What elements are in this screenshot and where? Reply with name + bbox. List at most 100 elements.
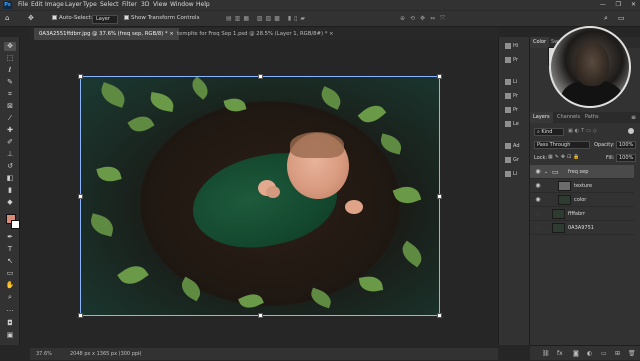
opacity-input[interactable]: 100% [616,141,636,149]
paths-panel-button[interactable]: Pr [505,103,525,117]
home-icon[interactable]: ⌂ [5,11,9,26]
blend-mode-dropdown[interactable]: Pass Through [534,141,590,149]
restore-icon[interactable]: ❐ [616,1,621,8]
stamp-tool-icon[interactable]: ⊥ [4,150,16,159]
eraser-tool-icon[interactable]: ◧ [4,174,16,183]
menu-filter[interactable]: Filter [122,0,137,10]
quick-select-tool-icon[interactable]: ✎ [4,78,16,87]
search-icon[interactable]: ⌕ [604,11,608,26]
adjustment-layer-icon[interactable]: ◐ [587,346,592,361]
lasso-tool-icon[interactable]: ℓ [4,66,16,75]
layer-row-freq-sep[interactable]: ◉ ⌄ ▭ freq sep [530,165,634,179]
align-icons[interactable]: ▤▥▦ ▧▨▩ ▮▯▰ [226,11,308,26]
screen-mode-icon[interactable]: ▣ [4,331,16,340]
layer-row-texture[interactable]: ◉ texture [530,179,634,193]
menu-layer[interactable]: Layer [65,0,82,10]
more-tools-icon[interactable]: … [4,305,16,314]
zoom-tool-icon[interactable]: ⌕ [4,293,16,302]
menu-type[interactable]: Type [83,0,97,10]
zoom-level[interactable]: 37.6% [36,348,52,360]
document-image[interactable] [80,76,440,316]
history-brush-icon[interactable]: ↺ [4,162,16,171]
menu-image[interactable]: Image [45,0,64,10]
blur-tool-icon[interactable]: ◆ [4,198,16,207]
eye-hidden-icon[interactable]: ○ [534,210,542,218]
webcam-overlay [549,26,631,108]
fx-icon[interactable]: fx [557,346,563,361]
filter-icons[interactable]: ▣◐T▭◇ [568,128,599,134]
baby-hand [345,200,363,214]
path-select-icon[interactable]: ↖ [4,257,16,266]
layer-comps-button[interactable]: Le [505,117,525,131]
eyedropper-tool-icon[interactable]: ⁄ [4,114,16,123]
eye-icon[interactable]: ◉ [534,196,542,204]
fill-input[interactable]: 100% [616,154,636,162]
leaf [96,163,122,185]
brush-tool-icon[interactable]: ✐ [4,138,16,147]
frame-tool-icon[interactable]: ⊠ [4,102,16,111]
3d-mode-icons[interactable]: ⊕⟲✥⇔⤧ [400,11,450,26]
menu-file[interactable]: File [18,0,28,10]
adjustments-panel-button[interactable]: Ad [505,139,525,153]
menu-window[interactable]: Window [170,0,194,10]
marquee-tool-icon[interactable]: ⬚ [4,54,16,63]
libraries2-panel-button[interactable]: Li [505,167,525,181]
tab-layers[interactable]: Layers [530,112,553,123]
pen-tool-icon[interactable]: ✒ [4,233,16,242]
leaf [397,240,427,268]
panel-menu-icon[interactable]: ≡ [631,112,636,123]
tab-color[interactable]: Color [530,37,550,48]
link-layers-icon[interactable]: ⛓ [542,346,550,361]
close-icon[interactable]: × [329,31,333,37]
filter-toggle-icon[interactable] [628,128,634,134]
gradient-tool-icon[interactable]: ▮ [4,186,16,195]
properties-panel-button[interactable]: Pr [505,53,525,67]
eye-hidden-icon[interactable]: ○ [534,224,542,232]
move-tool-icon[interactable]: ✥ [28,11,34,26]
type-tool-icon[interactable]: T [4,245,16,254]
filter-kind-dropdown[interactable]: ⌕ Kind [534,128,564,136]
libraries-panel-button[interactable]: Li [505,75,525,89]
eye-icon[interactable]: ◉ [534,182,542,190]
tab-channels[interactable]: Channels [554,112,583,123]
menu-edit[interactable]: Edit [31,0,43,10]
leaf [358,274,384,294]
new-group-icon[interactable]: ▭ [601,346,607,361]
tab-document-1[interactable]: 0A3A2551ffdbrr.jpg @ 37.6% (freq sep, RG… [34,28,179,40]
paragraph-panel-button[interactable]: Pr [505,89,525,103]
minimize-icon[interactable]: — [600,1,606,8]
chevron-right-icon[interactable]: › [138,348,140,360]
background-color-swatch[interactable] [11,220,20,229]
layer-row-ffffabrr[interactable]: ○ ffffabrr [530,207,634,221]
layer-row-color[interactable]: ◉ color [530,193,634,207]
auto-select-checkbox[interactable]: Auto-Select: [52,11,93,26]
tab-document-2[interactable]: templte for Freq Sep 1.psd @ 28.5% (Laye… [172,28,339,40]
add-mask-icon[interactable]: ◙ [573,346,579,361]
gradients-panel-button[interactable]: Gr [505,153,525,167]
shape-tool-icon[interactable]: ▭ [4,269,16,278]
menu-view[interactable]: View [153,0,167,10]
trash-icon[interactable]: 🗑 [628,346,636,361]
menu-3d[interactable]: 3D [141,0,149,10]
history-panel-button[interactable]: Hi [505,39,525,53]
layer-name: texture [574,183,593,189]
chevron-down-icon[interactable]: ⌄ [544,165,548,179]
move-tool-icon[interactable]: ✥ [4,42,16,51]
eye-icon[interactable]: ◉ [534,168,542,176]
menu-help[interactable]: Help [196,0,210,10]
layer-row-0a3a9751[interactable]: ○ 0A3A9751 [530,221,634,235]
search-icon: ⌕ [537,129,540,135]
auto-select-dropdown[interactable]: Layer [92,15,118,24]
quick-mask-icon[interactable]: ◘ [4,319,16,328]
tab-paths[interactable]: Paths [582,112,602,123]
workspace-icon[interactable]: ▭ [618,11,625,26]
show-transform-controls[interactable]: Show Transform Controls [124,11,199,26]
close-icon[interactable]: ✕ [631,1,636,8]
crop-tool-icon[interactable]: ⌗ [4,90,16,99]
photoshop-logo-icon[interactable]: Ps [3,1,12,9]
menu-select[interactable]: Select [100,0,119,10]
hand-tool-icon[interactable]: ✋ [4,281,16,290]
new-layer-icon[interactable]: ⊞ [615,346,620,361]
lock-icons[interactable]: ▦✎✥⊡🔒 [548,154,582,160]
healing-brush-icon[interactable]: ✚ [4,126,16,135]
